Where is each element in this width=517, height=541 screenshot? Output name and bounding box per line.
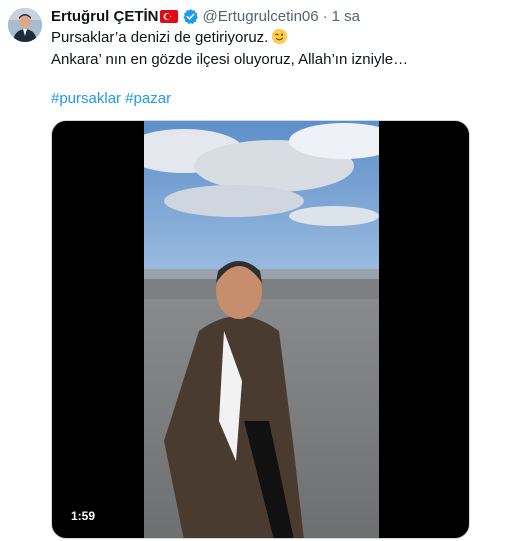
hashtag-link[interactable]: #pazar bbox=[125, 90, 171, 107]
tweet-line-2: Ankara’ nın en gözde ilçesi oluyoruz, Al… bbox=[51, 51, 409, 68]
tweet[interactable]: Ertuğrul ÇETİN @Ertugrulcetin06 · 1 sa P… bbox=[0, 0, 517, 541]
author-handle[interactable]: @Ertugrulcetin06 bbox=[203, 8, 319, 25]
timestamp[interactable]: 1 sa bbox=[332, 8, 360, 25]
author-name[interactable]: Ertuğrul ÇETİN bbox=[51, 8, 159, 25]
video-player[interactable]: 1:59 bbox=[51, 120, 470, 539]
verified-badge-icon[interactable] bbox=[182, 8, 199, 25]
video-thumbnail bbox=[144, 121, 379, 538]
tweet-line-1: Pursaklar’a denizi de getiriyoruz. bbox=[51, 27, 491, 49]
winking-face-emoji bbox=[271, 28, 288, 45]
hashtag-link[interactable]: #pursaklar bbox=[51, 90, 121, 107]
tweet-line-1-text: Pursaklar’a denizi de getiriyoruz. bbox=[51, 29, 269, 46]
tweet-text: Pursaklar’a denizi de getiriyoruz. Ankar… bbox=[51, 27, 491, 71]
avatar[interactable] bbox=[8, 8, 42, 42]
turkey-flag-icon bbox=[159, 9, 178, 23]
tweet-header: Ertuğrul ÇETİN @Ertugrulcetin06 · 1 sa bbox=[51, 6, 360, 26]
hashtags: #pursaklar #pazar bbox=[51, 88, 171, 110]
video-duration: 1:59 bbox=[65, 507, 102, 525]
separator-dot: · bbox=[322, 7, 328, 25]
